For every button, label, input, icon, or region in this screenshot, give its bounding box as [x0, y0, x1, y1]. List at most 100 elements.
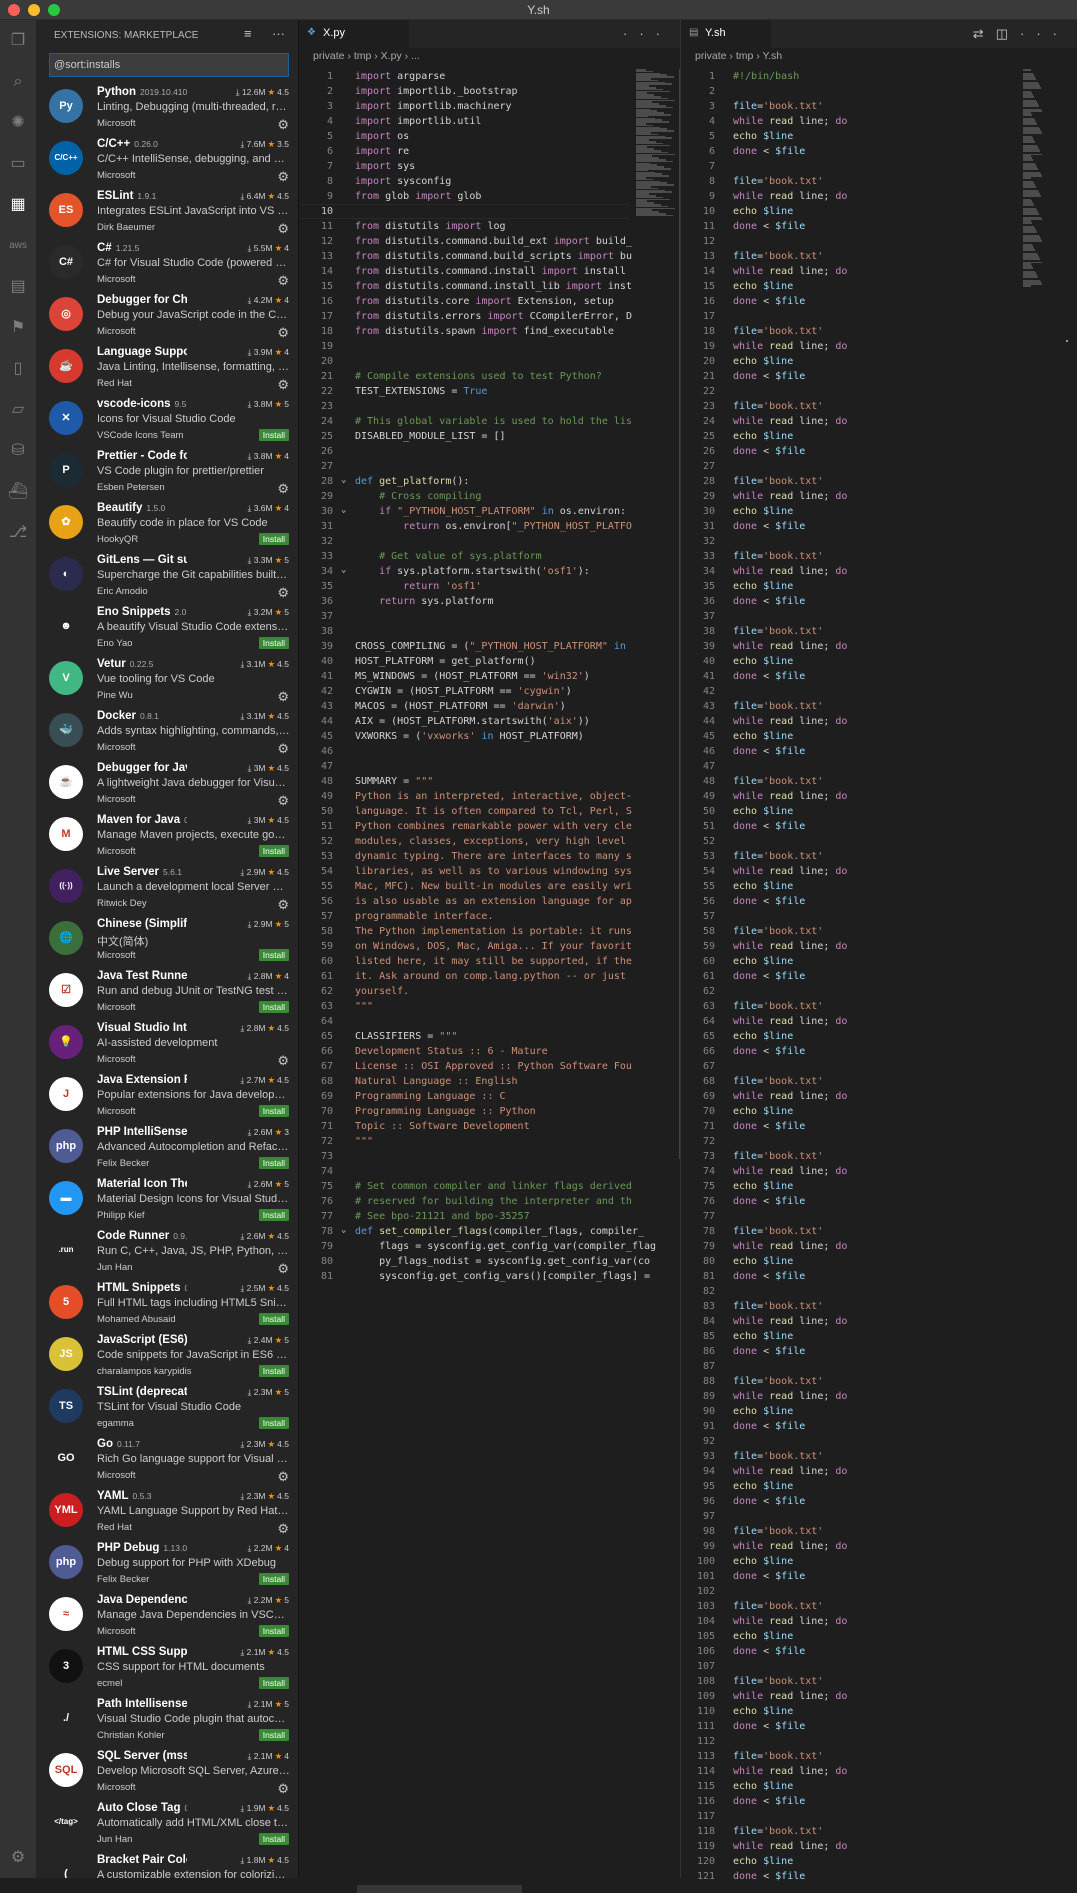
- extension-item[interactable]: ( Bracket Pair Color...1.0.61 ⤓ 1.8M ★ 4…: [36, 1850, 298, 1878]
- code-line[interactable]: echo $line: [733, 504, 793, 519]
- code-line[interactable]: done < $file: [733, 1419, 805, 1434]
- extension-item[interactable]: ☻ Eno Snippets2.0.8 ⤓ 3.2M ★ 5 A beautif…: [36, 602, 298, 654]
- code-line[interactable]: done < $file: [733, 444, 805, 459]
- code-line[interactable]: MACOS = (HOST_PLATFORM == 'darwin'): [355, 699, 566, 714]
- code-line[interactable]: # Get value of sys.platform: [355, 549, 542, 564]
- code-line[interactable]: AIX = (HOST_PLATFORM.startswith('aix')): [355, 714, 590, 729]
- docker-icon[interactable]: ⛴: [7, 481, 29, 503]
- code-line[interactable]: import argparse: [355, 69, 445, 84]
- extension-item[interactable]: ▬ Material Icon Theme3.9.1 ⤓ 2.6M ★ 5 Ma…: [36, 1174, 298, 1226]
- code-line[interactable]: while read line; do: [733, 564, 847, 579]
- code-line[interactable]: echo $line: [733, 1629, 793, 1644]
- code-line[interactable]: echo $line: [733, 1029, 793, 1044]
- terminal-icon[interactable]: ▱: [7, 399, 29, 421]
- code-line[interactable]: while read line; do: [733, 1314, 847, 1329]
- extensions-icon[interactable]: ▦: [7, 194, 29, 216]
- code-line[interactable]: file='book.txt': [733, 924, 823, 939]
- code-line[interactable]: done < $file: [733, 144, 805, 159]
- code-line[interactable]: VXWORKS = ('vxworks' in HOST_PLATFORM): [355, 729, 584, 744]
- code-line[interactable]: done < $file: [733, 1119, 805, 1134]
- code-line[interactable]: MS_WINDOWS = (HOST_PLATFORM == 'win32'): [355, 669, 590, 684]
- code-line[interactable]: file='book.txt': [733, 249, 823, 264]
- bookmark-icon[interactable]: ⚑: [7, 317, 29, 339]
- extension-item[interactable]: ☕ Language Support...0.52.0 ⤓ 3.9M ★ 4 J…: [36, 342, 298, 394]
- fold-chevron-icon[interactable]: ⌄: [341, 505, 346, 515]
- extension-item[interactable]: 5 HTML Snippets0.2.1 ⤓ 2.5M ★ 4.5 Full H…: [36, 1278, 298, 1330]
- extension-item[interactable]: J Java Extension Pack0.8.0 ⤓ 2.7M ★ 4.5 …: [36, 1070, 298, 1122]
- code-line[interactable]: while read line; do: [733, 1164, 847, 1179]
- code-line[interactable]: return os.environ["_PYTHON_HOST_PLATFO: [355, 519, 632, 534]
- extension-item[interactable]: 🌐 Chinese (Simplifie...1.39.3 ⤓ 2.9M ★ 5…: [36, 914, 298, 966]
- aws-icon[interactable]: aws: [7, 235, 29, 257]
- extension-item[interactable]: ✕ vscode-icons9.5.0 ⤓ 3.8M ★ 5 Icons for…: [36, 394, 298, 446]
- code-line[interactable]: dynamic typing. There are interfaces to …: [355, 849, 632, 864]
- code-line[interactable]: echo $line: [733, 429, 793, 444]
- install-button[interactable]: Install: [258, 1833, 289, 1845]
- code-line[interactable]: flags = sysconfig.get_config_var(compile…: [355, 1239, 656, 1254]
- code-line[interactable]: file='book.txt': [733, 549, 823, 564]
- code-line[interactable]: Programming Language :: C: [355, 1089, 506, 1104]
- extension-item[interactable]: JS JavaScript (ES6) co...1.7.2 ⤓ 2.4M ★ …: [36, 1330, 298, 1382]
- code-line[interactable]: TEST_EXTENSIONS = True: [355, 384, 487, 399]
- code-line[interactable]: done < $file: [733, 219, 805, 234]
- code-line[interactable]: echo $line: [733, 354, 793, 369]
- code-line[interactable]: """: [355, 1134, 373, 1149]
- install-button[interactable]: Install: [258, 1105, 289, 1117]
- tab-x-py[interactable]: ❖ X.py: [299, 20, 409, 48]
- manage-gear-icon[interactable]: ⚙: [277, 377, 289, 393]
- code-line[interactable]: is also usable as an extension language …: [355, 894, 632, 909]
- extension-item[interactable]: ✿ Beautify 1.5.0 ⤓ 3.6M ★ 4 Beautify code…: [36, 498, 298, 550]
- code-line[interactable]: while read line; do: [733, 1764, 847, 1779]
- code-line[interactable]: while read line; do: [733, 1239, 847, 1254]
- code-line[interactable]: file='book.txt': [733, 474, 823, 489]
- code-line[interactable]: while read line; do: [733, 1014, 847, 1029]
- database-icon[interactable]: ⛁: [7, 440, 29, 462]
- code-line[interactable]: on Windows, DOS, Mac, Amiga... If your f…: [355, 939, 632, 954]
- breadcrumb[interactable]: private › tmp › Y.sh: [695, 50, 782, 62]
- code-line[interactable]: done < $file: [733, 519, 805, 534]
- code-line[interactable]: echo $line: [733, 1479, 793, 1494]
- code-line[interactable]: done < $file: [733, 294, 805, 309]
- code-line[interactable]: from distutils.command.build_scripts imp…: [355, 249, 632, 264]
- code-line[interactable]: done < $file: [733, 894, 805, 909]
- code-line[interactable]: from distutils.command.build_ext import …: [355, 234, 632, 249]
- install-button[interactable]: Install: [258, 1729, 289, 1741]
- code-line[interactable]: echo $line: [733, 729, 793, 744]
- code-line[interactable]: done < $file: [733, 594, 805, 609]
- code-line[interactable]: from distutils.command.install import in…: [355, 264, 626, 279]
- code-line[interactable]: echo $line: [733, 579, 793, 594]
- code-line[interactable]: sysconfig.get_config_vars()[compiler_fla…: [355, 1269, 650, 1284]
- install-button[interactable]: Install: [258, 845, 289, 857]
- code-line[interactable]: while read line; do: [733, 864, 847, 879]
- code-line[interactable]: # reserved for building the interpreter …: [355, 1194, 632, 1209]
- manage-gear-icon[interactable]: ⚙: [277, 689, 289, 705]
- extensions-search-input[interactable]: [49, 53, 289, 77]
- install-button[interactable]: Install: [258, 949, 289, 961]
- code-line[interactable]: it. Ask around on comp.lang.python -- or…: [355, 969, 626, 984]
- code-line[interactable]: HOST_PLATFORM = get_platform(): [355, 654, 536, 669]
- code-line[interactable]: def get_platform():: [355, 474, 469, 489]
- code-line[interactable]: file='book.txt': [733, 849, 823, 864]
- code-line[interactable]: done < $file: [733, 744, 805, 759]
- code-line[interactable]: from distutils.errors import CCompilerEr…: [355, 309, 632, 324]
- code-line[interactable]: Mac, MFC). New built-in modules are easi…: [355, 879, 632, 894]
- search-icon[interactable]: ⌕: [7, 71, 29, 93]
- manage-gear-icon[interactable]: ⚙: [277, 897, 289, 913]
- extension-item[interactable]: 💡 Visual Studio Intell...1.2.0 ⤓ 2.8M ★ …: [36, 1018, 298, 1070]
- fold-chevron-icon[interactable]: ⌄: [341, 565, 346, 575]
- more-actions-icon[interactable]: ···: [623, 26, 672, 41]
- code-line[interactable]: done < $file: [733, 1494, 805, 1509]
- code-line[interactable]: """: [355, 999, 373, 1014]
- extension-item[interactable]: ◐ GitLens — Git supe...10.1.1 ⤓ 3.3M ★ 5…: [36, 550, 298, 602]
- extension-item[interactable]: YML YAML 0.5.3 ⤓ 2.3M ★ 4.5 YAML Language…: [36, 1486, 298, 1538]
- install-button[interactable]: Install: [258, 1365, 289, 1377]
- code-line[interactable]: DISABLED_MODULE_LIST = []: [355, 429, 506, 444]
- code-line[interactable]: echo $line: [733, 804, 793, 819]
- code-line[interactable]: done < $file: [733, 1194, 805, 1209]
- code-line[interactable]: file='book.txt': [733, 174, 823, 189]
- code-line[interactable]: done < $file: [733, 1344, 805, 1359]
- code-line[interactable]: programmable interface.: [355, 909, 493, 924]
- install-button[interactable]: Install: [258, 1677, 289, 1689]
- code-line[interactable]: return 'osf1': [355, 579, 481, 594]
- code-line[interactable]: import importlib._bootstrap: [355, 84, 518, 99]
